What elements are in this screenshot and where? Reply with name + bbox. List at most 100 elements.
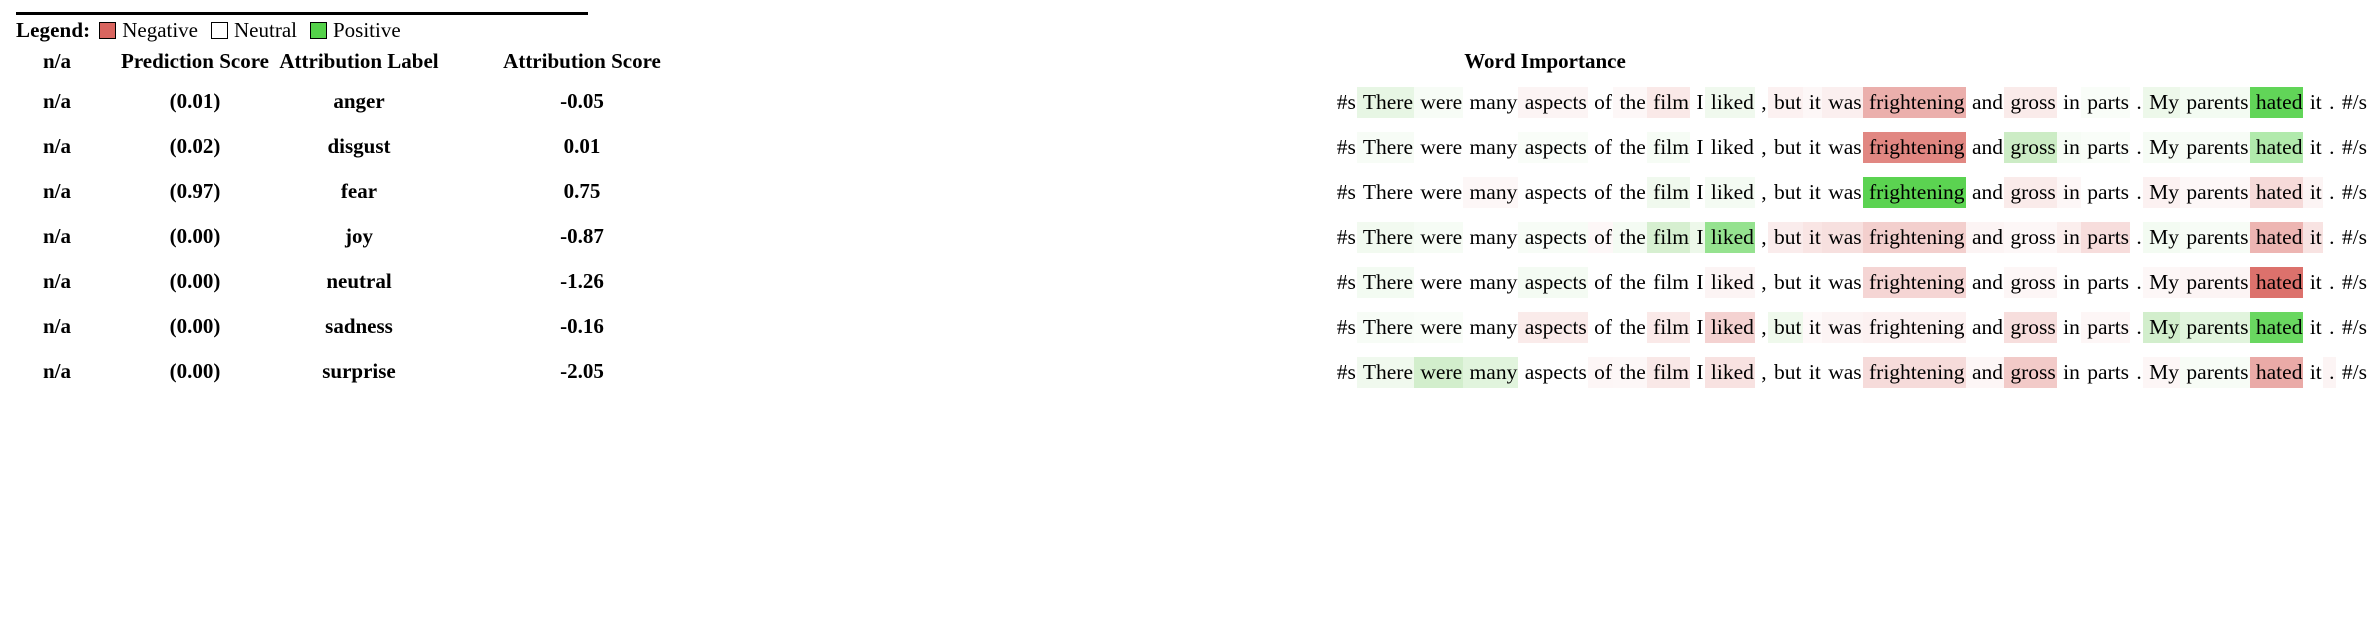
word-token: but bbox=[1768, 269, 1802, 294]
word-token: it bbox=[1803, 179, 1821, 204]
word-token: was bbox=[1822, 134, 1862, 159]
cell-attribution-label: neutral bbox=[326, 269, 392, 293]
word-token: but bbox=[1768, 179, 1802, 204]
word-token: . bbox=[2131, 134, 2142, 159]
word-token: liked bbox=[1704, 356, 1755, 388]
legend-title: Legend: bbox=[16, 17, 91, 42]
attribution-table: n/a Prediction Score Attribution Label A… bbox=[0, 44, 2368, 394]
word-token: My bbox=[2142, 176, 2181, 208]
word-token: the bbox=[1614, 269, 1646, 294]
word-token: of bbox=[1588, 269, 1613, 294]
cell-prediction-score: (0.02) bbox=[169, 134, 221, 158]
word-token: many bbox=[1464, 134, 1518, 159]
word-token: parents bbox=[2180, 131, 2250, 163]
word-token: it bbox=[2304, 359, 2322, 384]
cell-attribution-label: surprise bbox=[322, 359, 396, 383]
word-token: #/s bbox=[2336, 134, 2367, 159]
word-token: There bbox=[1356, 221, 1415, 253]
word-token: it bbox=[2304, 89, 2322, 114]
legend-label-neutral: Neutral bbox=[234, 17, 297, 42]
word-token: it bbox=[2304, 269, 2322, 294]
word-token: parts bbox=[2080, 311, 2131, 343]
word-token: it bbox=[1803, 269, 1821, 294]
word-token: hated bbox=[2249, 131, 2304, 163]
word-token: many bbox=[1464, 269, 1518, 294]
word-token: #/s bbox=[2336, 359, 2367, 384]
word-token: parts bbox=[2081, 179, 2130, 204]
word-token: frightening bbox=[1862, 86, 1966, 118]
table-row: n/a (0.00) joy -0.87 #s There were many aspe… bbox=[0, 214, 2368, 259]
word-token: I bbox=[1690, 179, 1704, 204]
word-token: of bbox=[1588, 179, 1613, 204]
cell-na: n/a bbox=[42, 269, 71, 293]
word-token: hated bbox=[2249, 86, 2304, 118]
word-token: aspects bbox=[1518, 221, 1588, 253]
header-divider bbox=[16, 12, 588, 15]
word-token: There bbox=[1356, 131, 1415, 163]
word-token: hated bbox=[2249, 176, 2304, 208]
word-token: the bbox=[1613, 221, 1647, 253]
word-token: , bbox=[1755, 224, 1767, 249]
cell-attribution-score: -0.05 bbox=[560, 89, 604, 113]
word-token: liked bbox=[1704, 311, 1755, 343]
word-token: film bbox=[1646, 221, 1690, 253]
legend-swatch-positive-icon bbox=[309, 21, 327, 39]
word-token: There bbox=[1356, 86, 1415, 118]
word-token: and bbox=[1966, 134, 2003, 159]
word-token: many bbox=[1463, 176, 1519, 208]
word-token: it bbox=[2303, 221, 2323, 253]
word-token: There bbox=[1356, 356, 1415, 388]
cell-word-importance: #s There were many aspects of the film I… bbox=[722, 214, 2368, 259]
table-row: n/a (0.97) fear 0.75 #s There were many aspe… bbox=[0, 169, 2368, 214]
word-token: My bbox=[2142, 266, 2181, 298]
word-token: it bbox=[1803, 134, 1821, 159]
word-token: and bbox=[1965, 356, 2004, 388]
word-token: film bbox=[1646, 356, 1690, 388]
cell-prediction-score: (0.00) bbox=[169, 314, 221, 338]
word-token: I bbox=[1690, 269, 1704, 294]
cell-na: n/a bbox=[42, 224, 71, 248]
word-token: in bbox=[2056, 131, 2081, 163]
cell-attribution-score: 0.01 bbox=[563, 134, 601, 158]
word-token: gross bbox=[2003, 176, 2057, 208]
word-token: aspects bbox=[1519, 179, 1587, 204]
word-token: frightening bbox=[1862, 131, 1966, 163]
word-token: but bbox=[1767, 221, 1803, 253]
word-token: There bbox=[1357, 179, 1414, 204]
word-token: was bbox=[1822, 269, 1862, 294]
table-row: n/a (0.00) neutral -1.26 #s There were many … bbox=[0, 259, 2368, 304]
word-token: it bbox=[1802, 221, 1822, 253]
word-token: . bbox=[2131, 89, 2142, 114]
word-token: in bbox=[2056, 176, 2081, 208]
word-token: and bbox=[1965, 221, 2004, 253]
legend-item-positive: Positive bbox=[309, 17, 401, 43]
word-token: it bbox=[1802, 311, 1822, 343]
word-token: was bbox=[1822, 359, 1862, 384]
word-token: . bbox=[2131, 224, 2142, 249]
table-row: n/a (0.00) sadness -0.16 #s There were many … bbox=[0, 304, 2368, 349]
table-header-row: n/a Prediction Score Attribution Label A… bbox=[0, 44, 2368, 79]
word-token: gross bbox=[2003, 131, 2057, 163]
word-token: was bbox=[1822, 179, 1862, 204]
word-token: many bbox=[1464, 89, 1518, 114]
word-token: There bbox=[1356, 266, 1415, 298]
word-token: many bbox=[1463, 356, 1519, 388]
word-token: the bbox=[1614, 179, 1646, 204]
word-token: parts bbox=[2080, 221, 2131, 253]
word-token: was bbox=[1821, 311, 1863, 343]
word-token: liked bbox=[1705, 134, 1754, 159]
word-token: #/s bbox=[2336, 89, 2367, 114]
word-token: #s bbox=[1336, 359, 1356, 384]
word-token: film bbox=[1646, 131, 1690, 163]
word-token: were bbox=[1414, 221, 1464, 253]
word-token: parts bbox=[2080, 131, 2131, 163]
word-token: #/s bbox=[2336, 179, 2367, 204]
word-token: and bbox=[1966, 89, 2003, 114]
attribution-visualization-page: Legend: Negative Neutral Positive n/a Pr… bbox=[0, 0, 2368, 624]
word-token: . bbox=[2323, 89, 2335, 114]
legend-label-positive: Positive bbox=[332, 17, 401, 42]
word-token: gross bbox=[2003, 86, 2057, 118]
cell-attribution-label: anger bbox=[333, 89, 385, 113]
table-row: n/a (0.02) disgust 0.01 #s There were many a… bbox=[0, 124, 2368, 169]
word-token: in bbox=[2057, 269, 2080, 294]
